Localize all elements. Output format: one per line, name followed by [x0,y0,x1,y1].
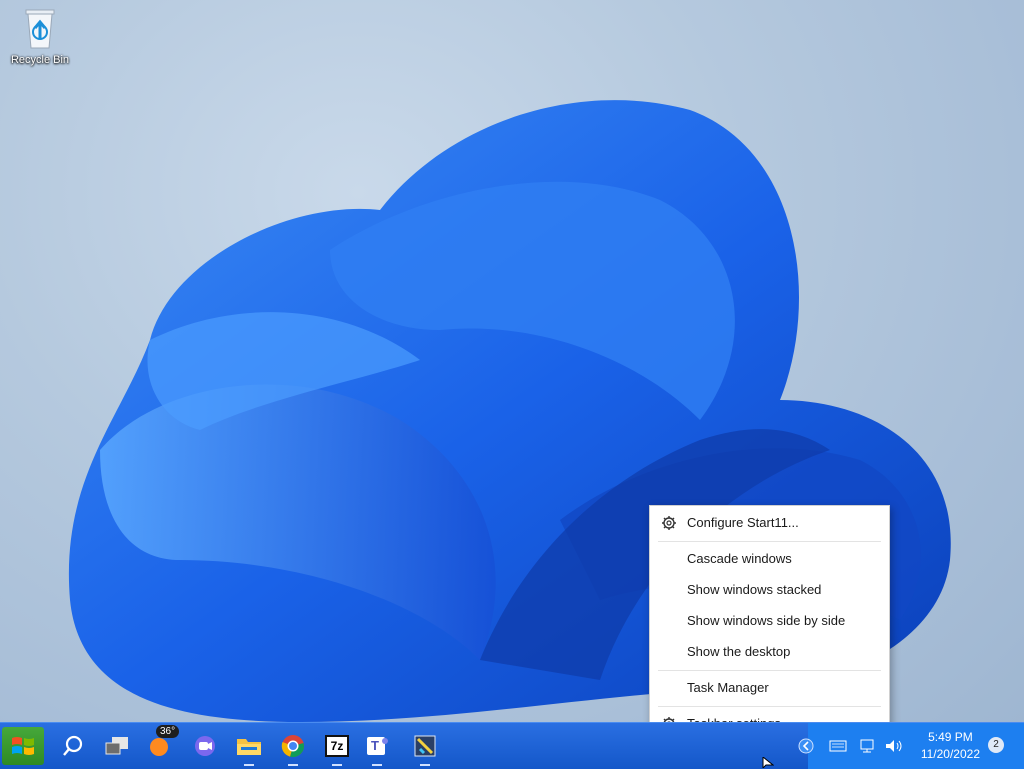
running-indicator [244,764,254,766]
tray-keyboard-button[interactable] [828,737,848,755]
menu-separator [658,706,881,707]
taskbar-chat-button[interactable] [190,731,220,761]
task-view-icon [105,737,128,755]
chevron-left-icon [798,738,814,754]
tray-network-button[interactable] [858,737,878,755]
desktop-icon-recycle-bin[interactable]: Recycle Bin [4,6,76,66]
weather-temperature-badge: 36° [156,725,180,738]
running-indicator [372,764,382,766]
start-button[interactable] [2,727,44,765]
tray-clock[interactable]: 5:49 PM 11/20/2022 [921,729,980,763]
menu-item-label: Configure Start11... [687,515,799,530]
menu-separator [658,670,881,671]
menu-item-cascade-windows[interactable]: Cascade windows [650,545,889,573]
folder-icon [237,739,261,755]
running-indicator [288,764,298,766]
taskbar: 36° 7z T 5:49 PM 11/20/2022 2 [0,722,1024,769]
teams-icon-text: T [371,738,379,753]
menu-item-label: Cascade windows [687,551,792,566]
taskbar-file-explorer-button[interactable] [234,731,264,766]
menu-separator [658,541,881,542]
menu-item-label: Show windows side by side [687,613,846,628]
chrome-icon [281,735,304,757]
running-indicator [332,764,342,766]
menu-item-show-desktop[interactable]: Show the desktop [650,638,889,666]
taskbar-search-button[interactable] [58,731,88,761]
show-hidden-icons-button[interactable] [796,737,816,755]
menu-item-show-windows-side-by-side[interactable]: Show windows side by side [650,607,889,635]
recycle-bin-icon [25,9,55,49]
search-icon [63,735,83,756]
windows-start-icon [12,737,34,755]
desktop-icon-label: Recycle Bin [10,54,70,66]
taskbar-app-button[interactable] [410,731,440,766]
mouse-cursor-icon [762,757,774,768]
gear-icon [662,516,676,530]
network-icon [860,739,874,753]
system-tray: 5:49 PM 11/20/2022 2 [798,723,1024,769]
menu-item-label: Task Manager [687,680,769,695]
menu-item-label: Show windows stacked [687,582,822,597]
menu-item-label: Show the desktop [687,644,791,659]
menu-item-show-windows-stacked[interactable]: Show windows stacked [650,576,889,604]
meet-chat-icon [195,736,215,756]
menu-item-configure-start11[interactable]: Configure Start11... [650,509,889,537]
taskbar-7zip-button[interactable]: 7z [322,731,352,766]
keyboard-icon [829,740,847,752]
tray-volume-button[interactable] [884,737,904,755]
7zip-icon-text: 7z [330,739,344,753]
taskbar-weather-button[interactable]: 36° [146,725,180,761]
menu-item-task-manager[interactable]: Task Manager [650,674,889,702]
taskbar-task-view-button[interactable] [102,731,132,761]
clock-date: 11/20/2022 [920,747,980,761]
taskbar-teams-button[interactable]: T [362,731,392,766]
taskbar-context-menu: Configure Start11... Cascade windows Sho… [649,505,890,743]
taskbar-chrome-button[interactable] [278,731,308,766]
volume-icon [886,740,902,752]
notification-count-badge[interactable]: 2 [988,737,1004,753]
app-icon [414,735,436,757]
clock-time: 5:49 PM [928,730,973,744]
running-indicator [420,764,430,766]
